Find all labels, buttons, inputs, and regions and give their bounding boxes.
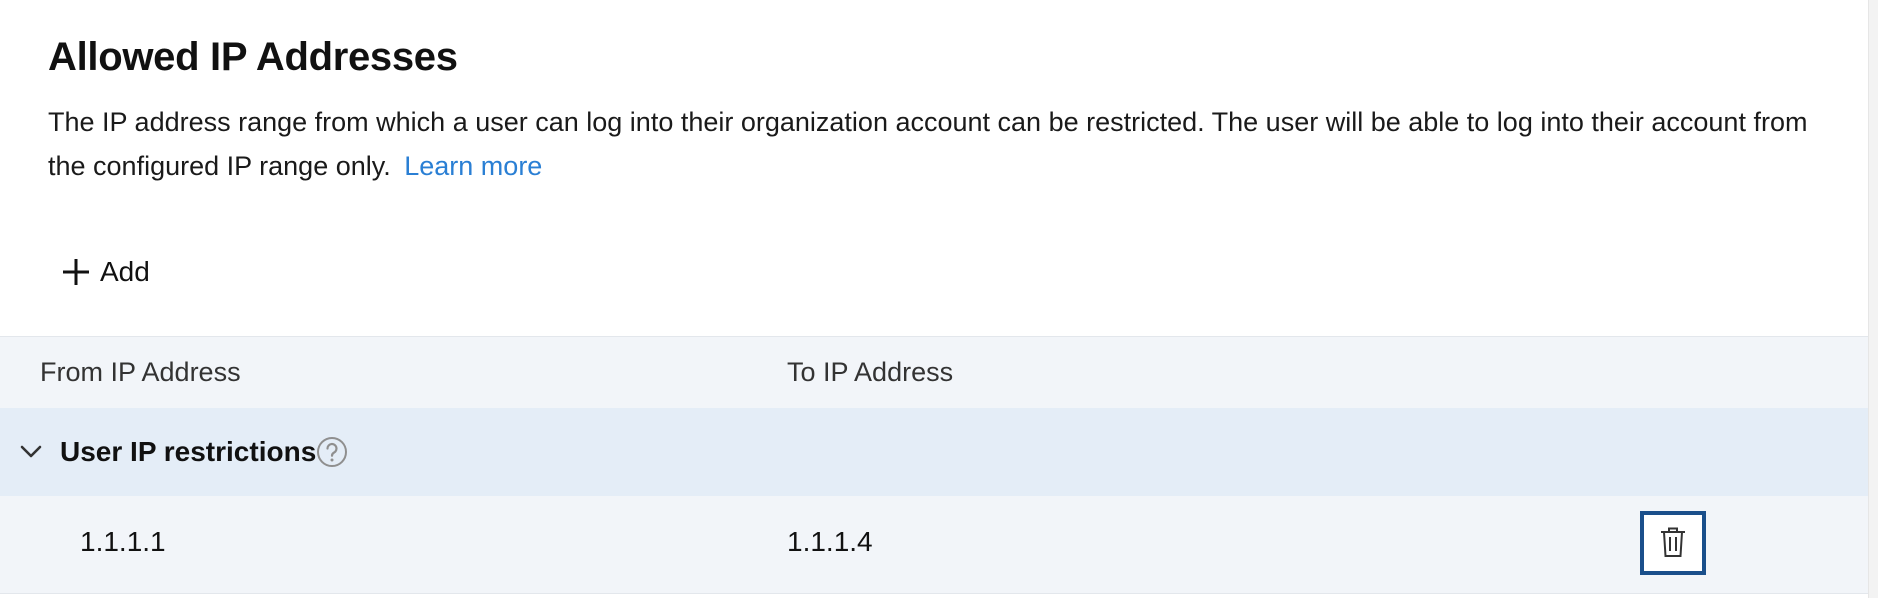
cell-to-ip: 1.1.1.4 xyxy=(787,526,873,557)
cell-from-ip: 1.1.1.1 xyxy=(80,526,166,557)
trash-icon xyxy=(1658,525,1688,562)
delete-button[interactable] xyxy=(1640,511,1706,575)
chevron-down-icon[interactable] xyxy=(18,438,44,464)
page-title: Allowed IP Addresses xyxy=(48,35,458,79)
column-header-from: From IP Address xyxy=(40,357,241,387)
column-header-to: To IP Address xyxy=(787,357,954,387)
group-label: User IP restrictions xyxy=(60,436,317,467)
page-description: The IP address range from which a user c… xyxy=(48,100,1838,188)
table-row: 1.1.1.1 1.1.1.4 xyxy=(0,496,1868,594)
help-icon[interactable] xyxy=(316,436,348,468)
page: Allowed IP Addresses The IP address rang… xyxy=(0,0,1878,598)
scrollbar-track[interactable] xyxy=(1868,0,1878,598)
group-row-user-ip-restrictions[interactable]: User IP restrictions xyxy=(0,408,1868,496)
learn-more-link[interactable]: Learn more xyxy=(404,151,542,181)
description-text: The IP address range from which a user c… xyxy=(48,107,1808,181)
add-button-label: Add xyxy=(100,256,150,287)
add-button[interactable]: Add xyxy=(60,248,150,296)
ip-address-table: From IP Address To IP Address User IP re… xyxy=(0,336,1868,594)
page-header: Allowed IP Addresses The IP address rang… xyxy=(48,30,1848,188)
table-header: From IP Address To IP Address xyxy=(0,336,1868,408)
plus-icon xyxy=(60,256,92,288)
